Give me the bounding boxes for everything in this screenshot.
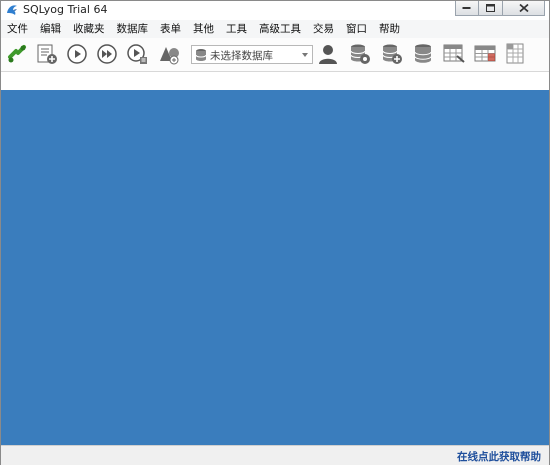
execute-edit-icon[interactable] (125, 42, 149, 66)
menu-bar: 文件 编辑 收藏夹 数据库 表单 其他 工具 高级工具 交易 窗口 帮助 (1, 20, 549, 38)
window-title: SQLyog Trial 64 (23, 3, 108, 16)
status-bar: 在线点此获取帮助 (1, 445, 549, 465)
menu-database[interactable]: 数据库 (111, 20, 155, 38)
maximize-button[interactable] (479, 1, 503, 16)
close-button[interactable] (503, 1, 545, 16)
menu-advanced-tools[interactable]: 高级工具 (253, 20, 307, 38)
app-window: SQLyog Trial 64 文件 编辑 收藏夹 数据库 表单 其他 工具 高… (0, 0, 550, 465)
menu-tools[interactable]: 工具 (220, 20, 253, 38)
execute-icon[interactable] (65, 42, 89, 66)
menu-edit[interactable]: 编辑 (34, 20, 67, 38)
menu-favorites[interactable]: 收藏夹 (67, 20, 111, 38)
user-manager-icon[interactable] (316, 42, 340, 66)
database-icon[interactable] (411, 42, 435, 66)
menu-help[interactable]: 帮助 (373, 20, 406, 38)
menu-other[interactable]: 其他 (187, 20, 220, 38)
table-structure-icon[interactable] (504, 42, 528, 66)
database-small-icon (195, 48, 207, 65)
minimize-button[interactable] (455, 1, 479, 16)
new-query-icon[interactable] (35, 42, 59, 66)
menu-file[interactable]: 文件 (1, 20, 34, 38)
execute-all-icon[interactable] (95, 42, 119, 66)
database-selector-value: 未选择数据库 (210, 50, 273, 62)
workspace-area (1, 90, 549, 445)
menu-transaction[interactable]: 交易 (307, 20, 340, 38)
restore-db-icon[interactable] (380, 42, 404, 66)
schema-icon[interactable] (157, 42, 181, 66)
sqlyog-dolphin-icon (5, 3, 19, 17)
online-help-link[interactable]: 在线点此获取帮助 (457, 449, 541, 464)
menu-window[interactable]: 窗口 (340, 20, 373, 38)
connect-icon[interactable] (5, 42, 29, 66)
table-data-icon[interactable] (442, 42, 466, 66)
menu-table[interactable]: 表单 (154, 20, 187, 38)
database-selector[interactable]: 未选择数据库 (191, 45, 313, 64)
toolbar: 未选择数据库 (1, 38, 549, 72)
table-grid-icon[interactable] (473, 42, 497, 66)
window-controls (455, 1, 545, 17)
chevron-down-icon (302, 53, 308, 57)
title-bar: SQLyog Trial 64 (1, 1, 549, 20)
backup-db-icon[interactable] (348, 42, 372, 66)
